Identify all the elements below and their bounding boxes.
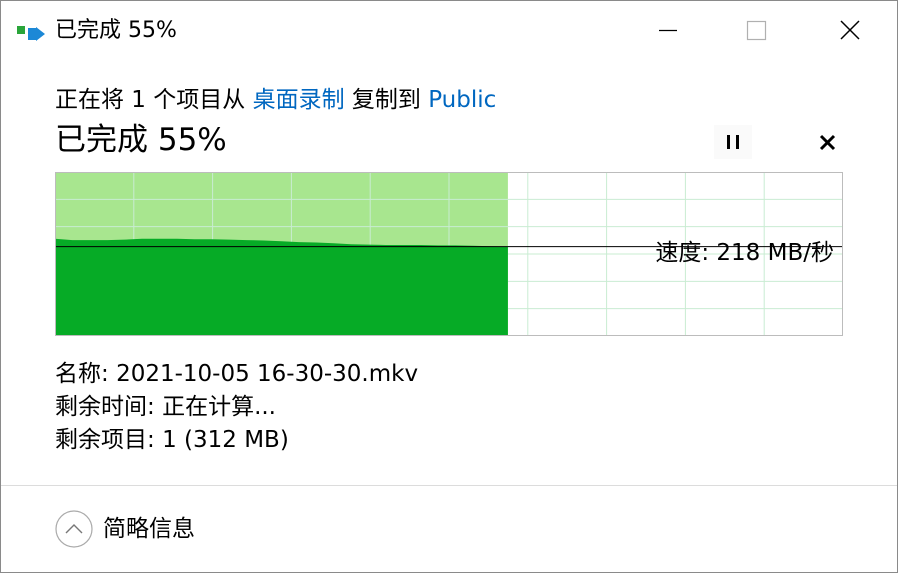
close-window-button[interactable] bbox=[826, 9, 872, 53]
destination-folder-link[interactable]: Public bbox=[428, 87, 496, 113]
progress-status: 已完成 55% bbox=[55, 122, 227, 158]
maximize-icon bbox=[746, 20, 767, 41]
cancel-icon bbox=[819, 134, 836, 151]
maximize-button[interactable] bbox=[734, 9, 780, 53]
copy-description: 正在将 1 个项目从 桌面录制 复制到 Public bbox=[55, 85, 496, 115]
copy-progress-dialog: 已完成 55% 正在将 1 个项目从 桌面录制 复制到 Public 已完成 5… bbox=[0, 0, 898, 573]
copy-prefix: 正在将 1 个项目从 bbox=[55, 87, 253, 113]
detail-name-row: 名称: 2021-10-05 16-30-30.mkv bbox=[55, 358, 418, 391]
detail-items-row: 剩余项目: 1 (312 MB) bbox=[55, 424, 418, 457]
items-remaining-label: 剩余项目: bbox=[55, 427, 155, 453]
chevron-up-icon bbox=[55, 510, 93, 548]
copy-transfer-icon bbox=[17, 23, 49, 45]
name-value: 2021-10-05 16-30-30.mkv bbox=[116, 361, 419, 387]
time-remaining-value: 正在计算... bbox=[162, 394, 276, 420]
speed-label: 速度: 218 MB/秒 bbox=[655, 240, 834, 266]
minimize-button[interactable] bbox=[647, 9, 693, 53]
name-label: 名称: bbox=[55, 361, 109, 387]
title-bar: 已完成 55% bbox=[1, 1, 897, 59]
minimize-icon bbox=[659, 29, 677, 32]
fewer-details-label[interactable]: 简略信息 bbox=[103, 514, 195, 544]
time-remaining-label: 剩余时间: bbox=[55, 394, 155, 420]
close-icon bbox=[840, 20, 860, 40]
details-panel: 名称: 2021-10-05 16-30-30.mkv 剩余时间: 正在计算..… bbox=[55, 358, 418, 457]
cancel-button[interactable] bbox=[807, 125, 847, 161]
source-folder-link[interactable]: 桌面录制 bbox=[253, 87, 345, 113]
pause-button[interactable] bbox=[711, 125, 755, 161]
detail-time-row: 剩余时间: 正在计算... bbox=[55, 391, 418, 424]
speed-area bbox=[55, 238, 508, 336]
footer-divider bbox=[1, 485, 897, 486]
fewer-details-button[interactable] bbox=[54, 509, 94, 549]
pause-icon bbox=[714, 125, 752, 159]
copy-middle: 复制到 bbox=[344, 87, 429, 113]
window-title: 已完成 55% bbox=[55, 18, 177, 43]
items-remaining-value: 1 (312 MB) bbox=[162, 427, 289, 453]
